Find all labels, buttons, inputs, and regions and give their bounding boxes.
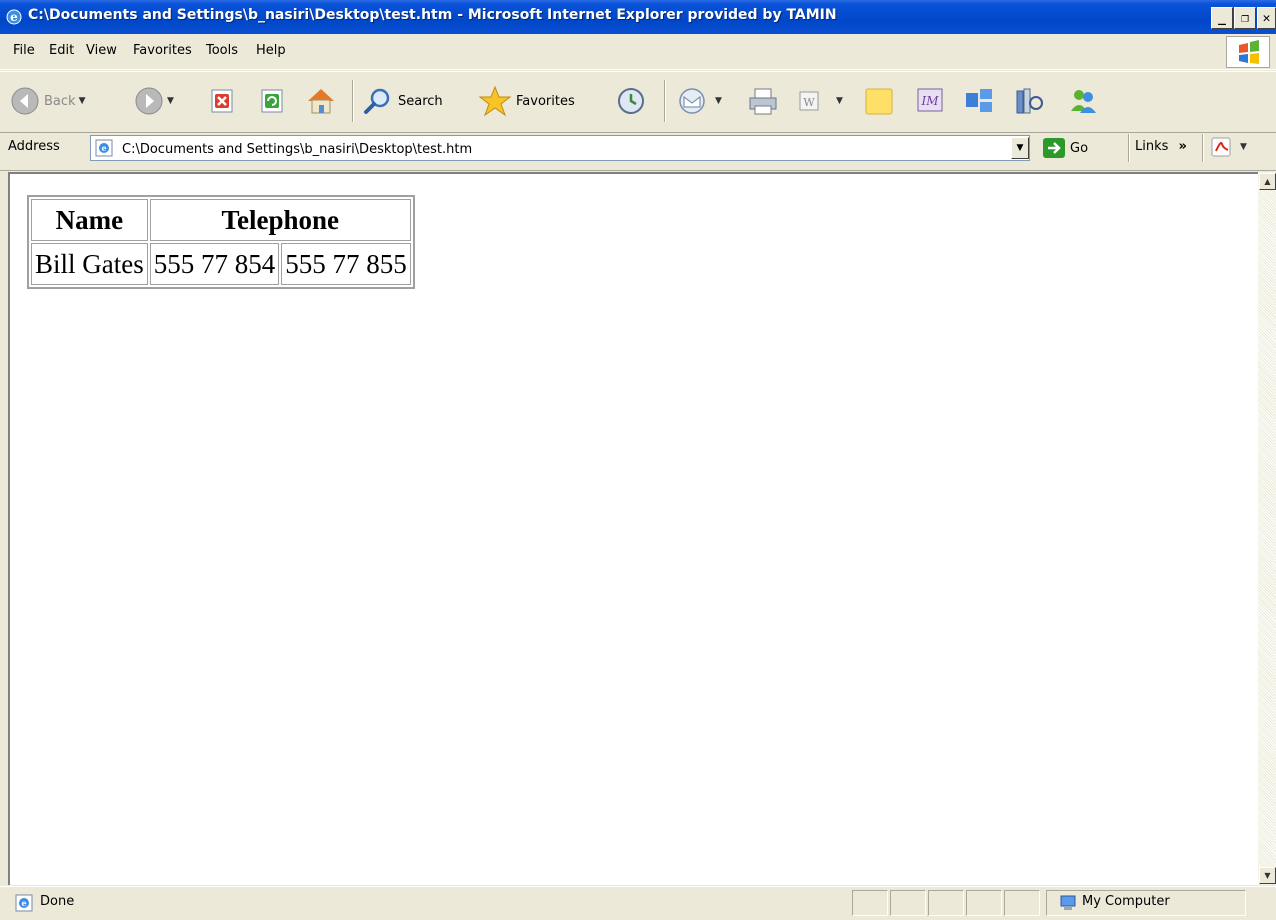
windows-logo bbox=[1226, 36, 1270, 68]
note-button[interactable] bbox=[862, 78, 896, 124]
table-header-row: Name Telephone bbox=[31, 199, 411, 241]
share-button[interactable] bbox=[962, 78, 996, 124]
favorites-button[interactable]: Favorites bbox=[478, 78, 575, 124]
search-button[interactable]: Search bbox=[362, 78, 443, 124]
svg-text:e: e bbox=[21, 898, 26, 908]
table-row: Bill Gates 555 77 854 555 77 855 bbox=[31, 243, 411, 285]
print-button[interactable] bbox=[746, 78, 780, 124]
svg-text:e: e bbox=[101, 143, 106, 153]
acrobat-dropdown-icon[interactable]: ▼ bbox=[1240, 142, 1247, 152]
status-pane bbox=[890, 890, 926, 916]
ie-page-done-icon: e bbox=[15, 894, 33, 912]
scroll-down-button[interactable]: ▼ bbox=[1259, 867, 1276, 884]
forward-dropdown-icon[interactable]: ▼ bbox=[167, 96, 174, 106]
messenger-people-icon bbox=[1071, 90, 1096, 113]
sticky-note-icon bbox=[865, 88, 893, 115]
status-text: Done bbox=[40, 894, 75, 909]
discuss-button[interactable]: IM bbox=[912, 78, 946, 124]
refresh-icon bbox=[261, 89, 283, 113]
toolbar-separator bbox=[1202, 134, 1204, 162]
header-telephone: Telephone bbox=[149, 199, 411, 241]
acrobat-button[interactable]: ▼ bbox=[1210, 136, 1247, 158]
menu-tools[interactable]: Tools bbox=[206, 43, 238, 58]
menu-file[interactable]: File bbox=[13, 43, 35, 58]
mail-icon bbox=[679, 88, 705, 114]
header-name: Name bbox=[31, 199, 148, 241]
maximize-button[interactable]: ❐ bbox=[1234, 7, 1256, 29]
links-label: Links bbox=[1135, 139, 1169, 154]
back-arrow-icon bbox=[11, 87, 39, 115]
menu-help[interactable]: Help bbox=[256, 43, 286, 58]
status-pane bbox=[966, 890, 1002, 916]
contact-table: Name Telephone Bill Gates 555 77 854 555… bbox=[27, 195, 415, 289]
print-icon bbox=[749, 88, 777, 115]
go-button[interactable]: Go bbox=[1042, 135, 1088, 161]
edit-button[interactable]: W ▼ bbox=[794, 78, 843, 124]
window-title: C:\Documents and Settings\b_nasiri\Deskt… bbox=[28, 7, 837, 23]
cell-name: Bill Gates bbox=[31, 243, 148, 285]
my-computer-icon bbox=[1060, 895, 1076, 910]
svg-text:W: W bbox=[803, 96, 815, 109]
search-label: Search bbox=[398, 93, 443, 109]
status-pane bbox=[852, 890, 888, 916]
stop-button[interactable] bbox=[208, 78, 236, 124]
close-button[interactable]: ✕ bbox=[1257, 7, 1276, 29]
research-button[interactable] bbox=[1012, 78, 1046, 124]
back-dropdown-icon[interactable]: ▼ bbox=[79, 96, 86, 106]
toolbar-separator bbox=[664, 80, 666, 122]
windows-flag-icon bbox=[1239, 40, 1259, 64]
forward-button[interactable]: ▼ bbox=[134, 78, 174, 124]
messenger-button[interactable] bbox=[1066, 78, 1100, 124]
internet-explorer-icon: e bbox=[6, 9, 22, 25]
security-zone-label: My Computer bbox=[1082, 894, 1170, 909]
favorites-label: Favorites bbox=[516, 93, 575, 109]
research-books-icon bbox=[1016, 88, 1043, 114]
back-button[interactable]: Back ▼ bbox=[10, 78, 85, 124]
word-edit-icon: W bbox=[799, 91, 819, 111]
toolbar-separator bbox=[1128, 134, 1130, 162]
mail-dropdown-icon[interactable]: ▼ bbox=[715, 96, 722, 106]
stop-icon bbox=[211, 89, 233, 113]
svg-text:e: e bbox=[10, 10, 18, 24]
go-label: Go bbox=[1070, 140, 1089, 156]
share-icon bbox=[966, 89, 992, 112]
cell-telephone-1: 555 77 854 bbox=[149, 243, 280, 285]
toolbar-separator bbox=[352, 80, 354, 122]
minimize-button[interactable]: _ bbox=[1211, 7, 1233, 29]
mail-button[interactable]: ▼ bbox=[676, 78, 722, 124]
acrobat-pdf-icon bbox=[1211, 137, 1231, 157]
status-pane bbox=[928, 890, 964, 916]
home-button[interactable] bbox=[304, 78, 338, 124]
address-dropdown-button[interactable]: ▼ bbox=[1011, 137, 1029, 159]
links-button[interactable]: Links » bbox=[1135, 139, 1187, 154]
links-chevron-icon: » bbox=[1178, 139, 1187, 154]
history-icon bbox=[618, 88, 644, 114]
address-label: Address bbox=[8, 139, 60, 154]
edit-dropdown-icon[interactable]: ▼ bbox=[836, 96, 843, 106]
history-button[interactable] bbox=[614, 78, 648, 124]
search-icon bbox=[364, 88, 390, 114]
address-input[interactable] bbox=[122, 139, 1002, 159]
discuss-icon: IM bbox=[917, 88, 943, 112]
vertical-scrollbar[interactable] bbox=[1258, 172, 1276, 885]
scroll-up-button[interactable]: ▲ bbox=[1259, 173, 1276, 190]
cell-telephone-2: 555 77 855 bbox=[281, 243, 411, 285]
forward-arrow-icon bbox=[135, 87, 163, 115]
page-icon: e bbox=[95, 139, 113, 157]
refresh-button[interactable] bbox=[258, 78, 286, 124]
menu-edit[interactable]: Edit bbox=[49, 43, 74, 58]
home-icon bbox=[308, 89, 334, 114]
menu-favorites[interactable]: Favorites bbox=[133, 43, 192, 58]
go-arrow-icon bbox=[1043, 138, 1065, 158]
menu-view[interactable]: View bbox=[86, 43, 117, 58]
status-pane bbox=[1004, 890, 1040, 916]
favorites-star-icon bbox=[478, 85, 512, 117]
back-label: Back bbox=[44, 93, 76, 109]
svg-text:IM: IM bbox=[920, 94, 939, 108]
